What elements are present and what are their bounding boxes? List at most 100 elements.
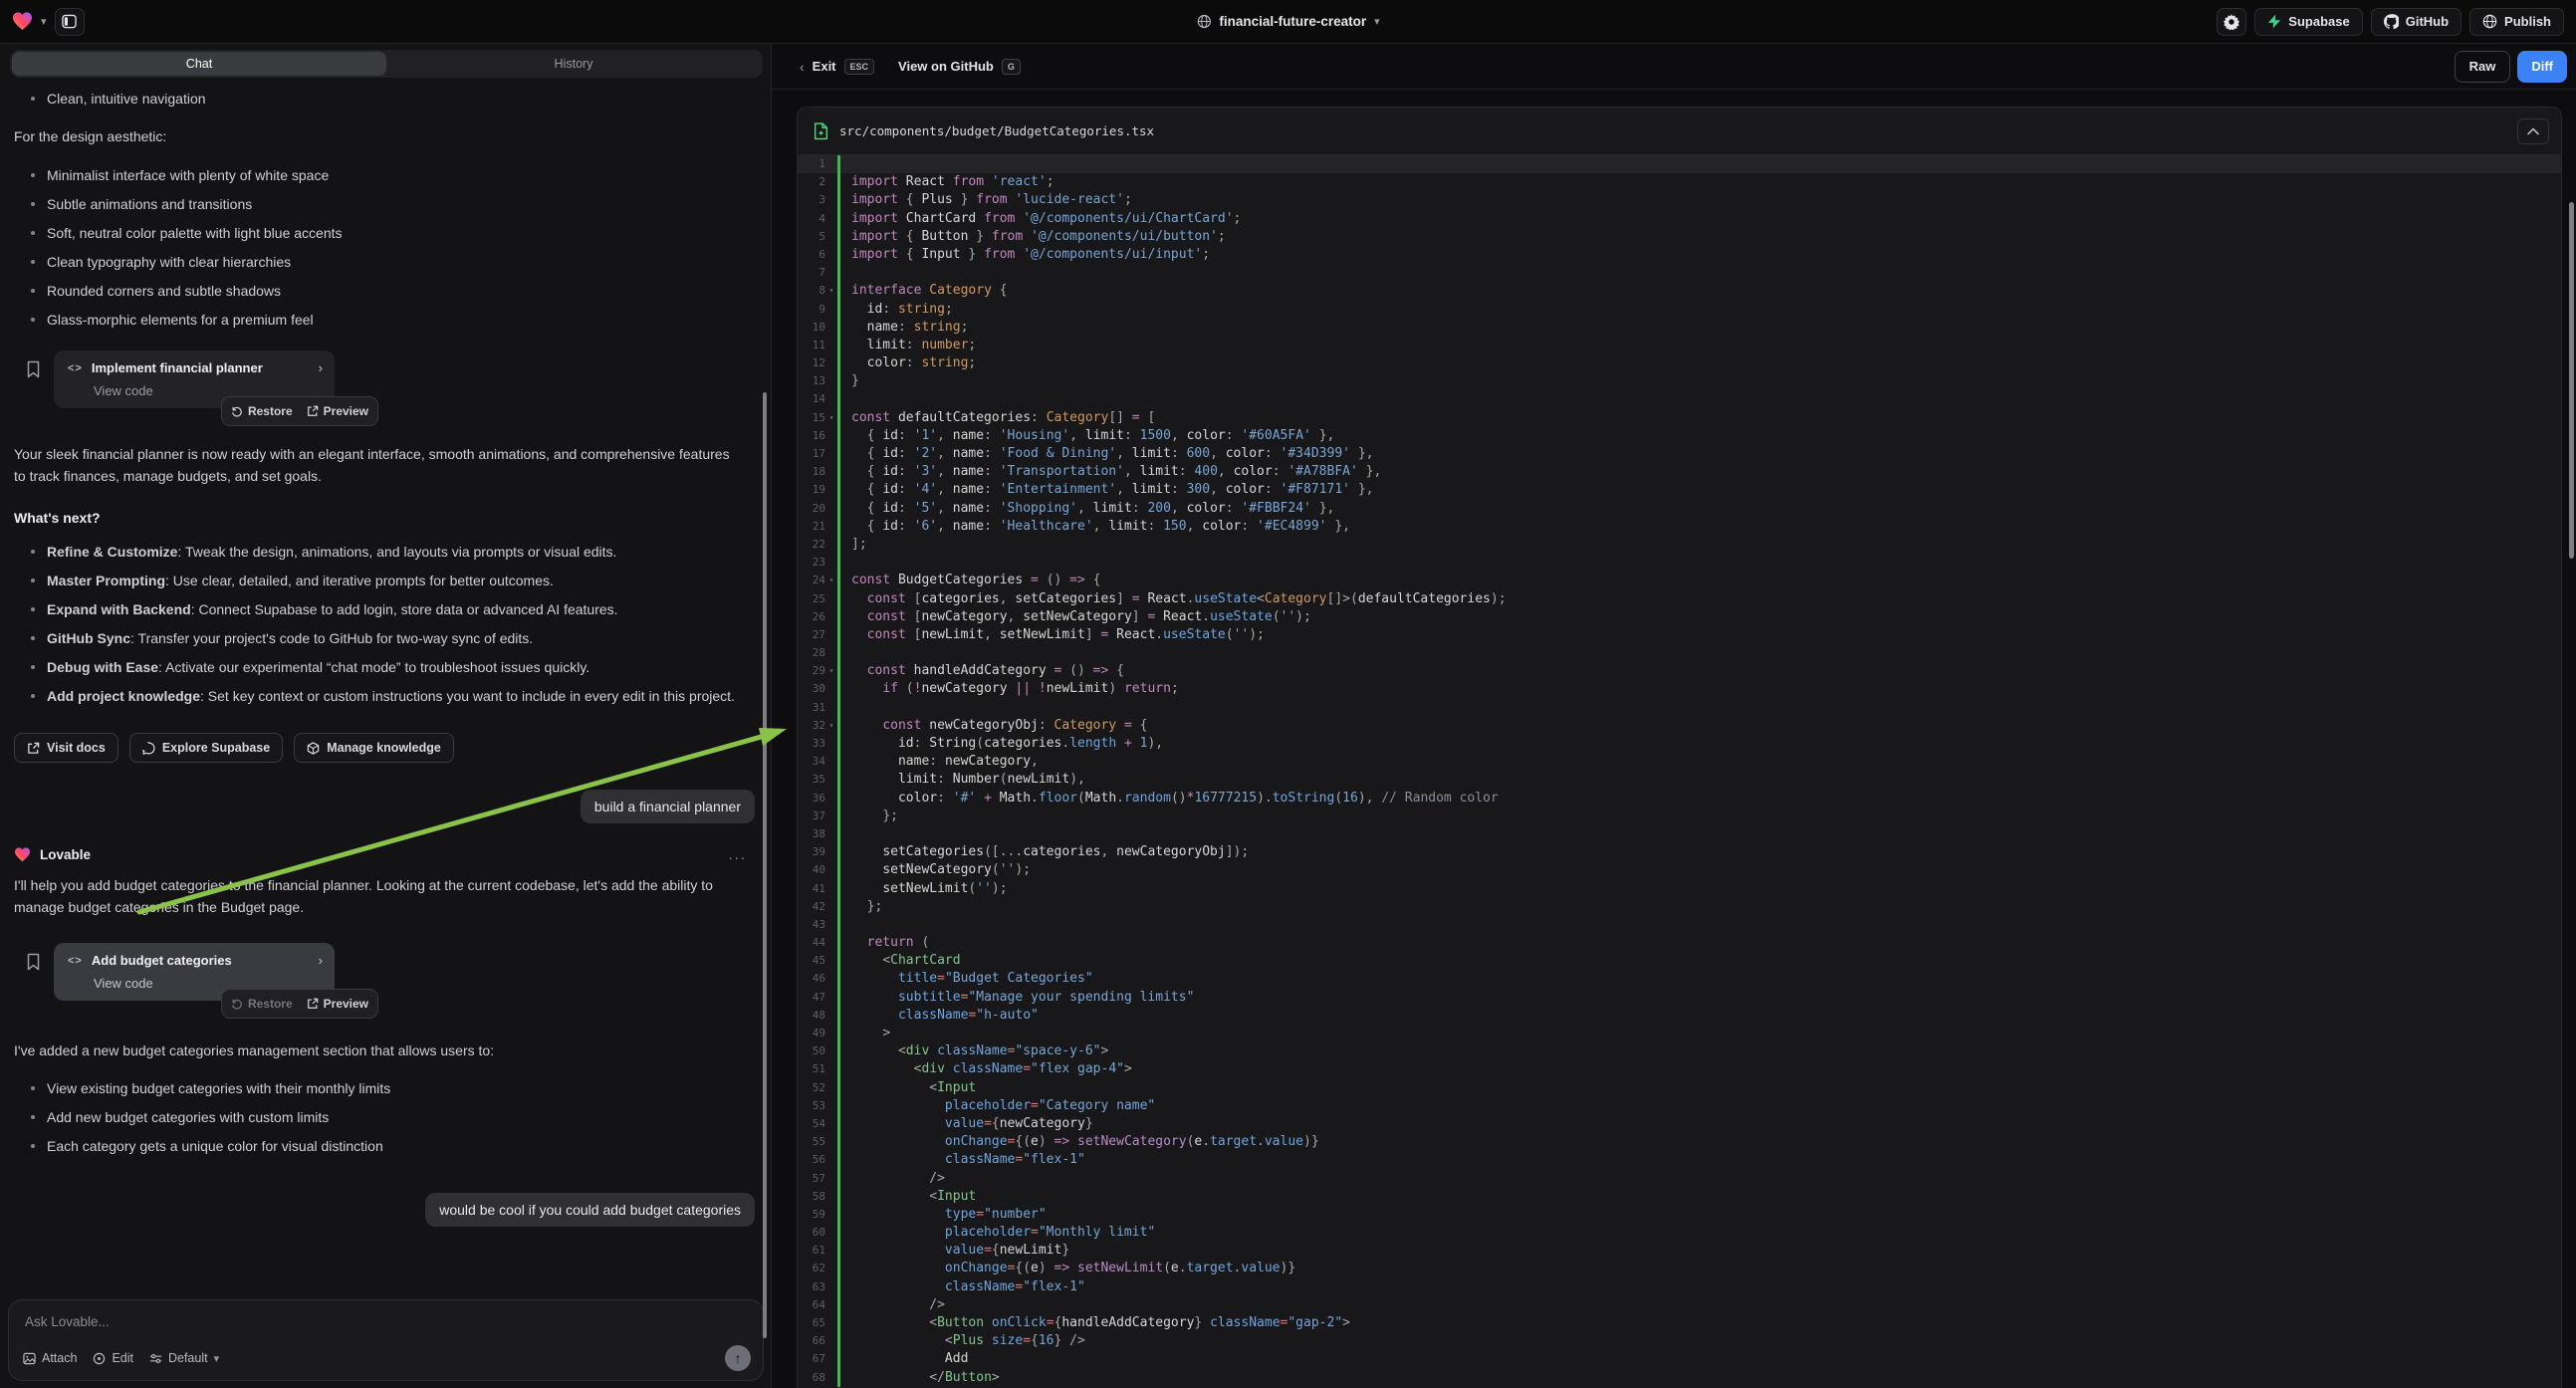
- code-line: 36 color: '#' + Math.floor(Math.random()…: [798, 790, 2561, 808]
- raw-toggle-button[interactable]: Raw: [2455, 51, 2511, 83]
- fold-gutter: [825, 264, 837, 282]
- code-line: 52 <Input: [798, 1079, 2561, 1097]
- fold-gutter: [825, 808, 837, 825]
- supabase-button[interactable]: Supabase: [2254, 8, 2362, 36]
- code-text: { id: '4', name: 'Entertainment', limit:…: [837, 481, 2561, 499]
- chat-input[interactable]: Ask Lovable...: [25, 1314, 749, 1329]
- project-switcher[interactable]: financial-future-creator ▾: [1196, 14, 1379, 29]
- restore-icon: [231, 405, 243, 417]
- chevron-down-icon: ▾: [214, 1352, 220, 1365]
- code-line: 66 <Plus size={16} />: [798, 1332, 2561, 1350]
- list-item: Clean, intuitive navigation: [14, 88, 739, 110]
- visit-docs-button[interactable]: Visit docs: [14, 733, 118, 763]
- bullet-dot: [31, 231, 35, 235]
- assistant-name: Lovable: [40, 847, 719, 862]
- send-button[interactable]: ↑: [725, 1345, 751, 1371]
- bookmark-icon[interactable]: [26, 953, 41, 971]
- code-text: <div className="space-y-6">: [837, 1042, 2561, 1060]
- line-number: 59: [798, 1206, 825, 1224]
- fold-gutter: [825, 1079, 837, 1097]
- code-text: placeholder="Category name": [837, 1097, 2561, 1115]
- model-mode-selector[interactable]: Default ▾: [149, 1351, 219, 1365]
- fold-gutter: [825, 1260, 837, 1277]
- code-line: 29▾ const handleAddCategory = () => {: [798, 662, 2561, 680]
- line-number: 23: [798, 554, 825, 572]
- bullet-dot: [31, 578, 35, 582]
- line-number: 11: [798, 337, 825, 354]
- fold-gutter: [825, 500, 837, 518]
- code-text: value={newCategory}: [837, 1115, 2561, 1133]
- fold-chevron-icon[interactable]: ▾: [825, 662, 837, 680]
- fold-gutter: [825, 228, 837, 246]
- code-line: 45 <ChartCard: [798, 952, 2561, 970]
- preview-button[interactable]: Preview: [307, 997, 368, 1011]
- diff-toggle-button[interactable]: Diff: [2517, 51, 2567, 83]
- code-text: [837, 390, 2561, 408]
- collapse-file-button[interactable]: [2517, 118, 2549, 144]
- fold-chevron-icon[interactable]: ▾: [825, 717, 837, 735]
- fold-gutter: [825, 1296, 837, 1314]
- code-line: 54 value={newCategory}: [798, 1115, 2561, 1133]
- tab-chat[interactable]: Chat: [12, 52, 386, 76]
- fold-chevron-icon[interactable]: ▾: [825, 282, 837, 300]
- code-line: 59 type="number": [798, 1206, 2561, 1224]
- edit-button[interactable]: Edit: [93, 1351, 133, 1365]
- bullet-dot: [31, 173, 35, 177]
- line-number: 1: [798, 155, 825, 173]
- line-number: 22: [798, 536, 825, 554]
- supabase-bolt-icon: [2267, 14, 2281, 29]
- fold-chevron-icon[interactable]: ▾: [825, 409, 837, 427]
- code-text: { id: '3', name: 'Transportation', limit…: [837, 463, 2561, 481]
- attach-button[interactable]: Attach: [23, 1351, 77, 1365]
- code-scrollbar[interactable]: [2569, 202, 2574, 559]
- github-button[interactable]: GitHub: [2371, 8, 2461, 36]
- code-text: [837, 155, 2561, 173]
- code-text: />: [837, 1170, 2561, 1188]
- sidebar-toggle-button[interactable]: [55, 8, 85, 36]
- publish-button[interactable]: Publish: [2469, 8, 2564, 36]
- fold-gutter: [825, 246, 837, 264]
- fold-gutter: [825, 1206, 837, 1224]
- line-number: 57: [798, 1170, 825, 1188]
- chevron-left-icon: ‹: [800, 59, 805, 75]
- chevron-up-icon: [2527, 127, 2539, 135]
- code-line: 35 limit: Number(newLimit),: [798, 771, 2561, 789]
- code-text: className="flex-1": [837, 1278, 2561, 1296]
- tab-history[interactable]: History: [386, 52, 761, 76]
- code-text: color: string;: [837, 354, 2561, 372]
- line-number: 49: [798, 1025, 825, 1042]
- line-number: 60: [798, 1224, 825, 1242]
- external-link-icon: [27, 742, 40, 755]
- code-text: id: string;: [837, 301, 2561, 319]
- logo-chevron-down-icon[interactable]: ▾: [41, 15, 47, 28]
- code-text: className="h-auto": [837, 1007, 2561, 1025]
- preview-button[interactable]: Preview: [307, 404, 368, 418]
- code-text: ];: [837, 536, 2561, 554]
- settings-button[interactable]: [2217, 8, 2246, 36]
- file-header[interactable]: src/components/budget/BudgetCategories.t…: [798, 108, 2561, 155]
- restore-button[interactable]: Restore: [231, 997, 293, 1011]
- code-line: 33 id: String(categories.length + 1),: [798, 735, 2561, 753]
- manage-knowledge-button[interactable]: Manage knowledge: [294, 733, 454, 763]
- exit-button[interactable]: ‹ Exit ESC: [800, 59, 874, 75]
- code-line: 64 />: [798, 1296, 2561, 1314]
- line-number: 19: [798, 481, 825, 499]
- composer[interactable]: Ask Lovable... Attach: [8, 1299, 764, 1381]
- lovable-logo-heart-icon[interactable]: [12, 12, 33, 31]
- line-number: 13: [798, 372, 825, 390]
- code-text: import React from 'react';: [837, 173, 2561, 191]
- message-menu-button[interactable]: ...: [728, 846, 747, 863]
- bullet-text: Subtle animations and transitions: [47, 193, 252, 215]
- bookmark-icon[interactable]: [26, 360, 41, 378]
- code-text: const [newCategory, setNewCategory] = Re…: [837, 608, 2561, 626]
- chat-scrollbar[interactable]: [763, 392, 767, 1338]
- line-number: 32: [798, 717, 825, 735]
- code-text: className="flex-1": [837, 1151, 2561, 1169]
- fold-gutter: [825, 843, 837, 861]
- view-on-github-button[interactable]: View on GitHub G: [898, 59, 1021, 75]
- explore-supabase-button[interactable]: Explore Supabase: [129, 733, 283, 763]
- code-editor[interactable]: 1 2import React from 'react';3import { P…: [798, 155, 2561, 1388]
- code-text: <div className="flex gap-4">: [837, 1060, 2561, 1078]
- fold-chevron-icon[interactable]: ▾: [825, 572, 837, 589]
- restore-button[interactable]: Restore: [231, 404, 293, 418]
